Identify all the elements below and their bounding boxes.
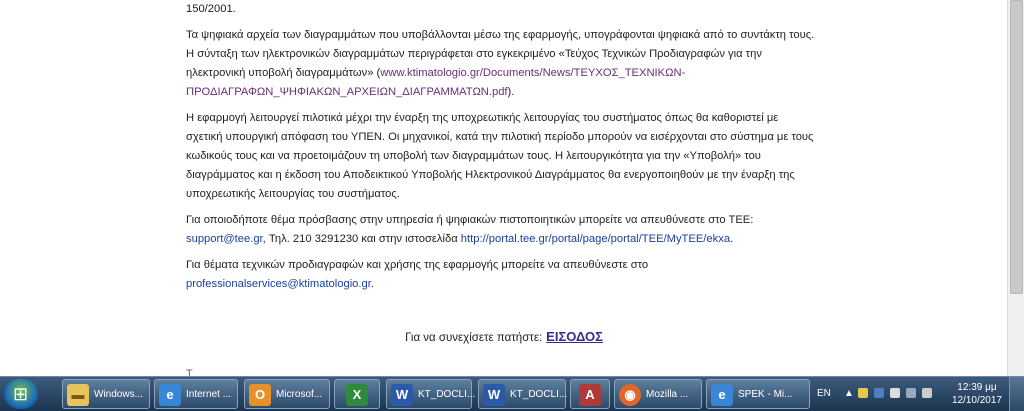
text-line: ΠΡΟΔΙΑΓΡΑΦΩΝ_ΨΗΦΙΑΚΩΝ_ΑΡΧΕΙΩΝ_ΔΙΑΓΡΑΜΜΑΤ… bbox=[186, 86, 515, 98]
scrollbar-thumb[interactable] bbox=[1010, 0, 1023, 294]
paragraph-digital-files: Τα ψηφιακά αρχεία των διαγραμμάτων που υ… bbox=[186, 26, 826, 102]
text-line: Για θέματα τεχνικών προδιαγραφών και χρή… bbox=[186, 259, 649, 271]
text-line: κωδικούς τους και να προετοιμάζουν τη υπ… bbox=[186, 150, 761, 162]
text-line: Τα ψηφιακά αρχεία των διαγραμμάτων που υ… bbox=[186, 29, 815, 41]
specs-document-link[interactable]: www.ktimatologio.gr/Documents/News/ΤΕΥΧΟ… bbox=[380, 67, 685, 79]
internet-explorer-icon: e bbox=[159, 384, 181, 406]
start-button[interactable]: ⊞ bbox=[4, 379, 38, 409]
show-desktop-button[interactable] bbox=[1009, 377, 1024, 411]
clock-time: 12:39 μμ bbox=[957, 382, 997, 393]
text-line: υποχρεωτικής λειτουργίας του συστήματος. bbox=[186, 188, 400, 200]
firefox-icon: ◉ bbox=[619, 384, 641, 406]
system-tray: EN ▲ 12:39 μμ 12/10/2017 bbox=[814, 377, 1024, 411]
paragraph-pilot-operation: Η εφαρμογή λειτουργεί πιλοτικά μέχρι την… bbox=[186, 109, 826, 204]
login-link[interactable]: ΕΙΣΟΔΟΣ bbox=[546, 329, 603, 344]
paragraph-technical-support: Για θέματα τεχνικών προδιαγραφών και χρή… bbox=[186, 256, 826, 294]
text-line: Για οποιοδήποτε θέμα πρόσβασης στην υπηρ… bbox=[186, 214, 754, 226]
tray-app-icon[interactable] bbox=[858, 388, 868, 398]
access-icon: A bbox=[579, 384, 601, 406]
taskbar-item-windows-explorer[interactable]: ▬ Windows... bbox=[62, 379, 150, 409]
word-icon: W bbox=[483, 384, 505, 406]
taskbar-item-word-2[interactable]: W KT_DOCLI... bbox=[478, 379, 567, 409]
text-line: professionalservices@ktimatologio.gr. bbox=[186, 278, 374, 290]
main-content: 150/2001. Τα ψηφιακά αρχεία των διαγραμμ… bbox=[186, 0, 826, 301]
network-icon[interactable] bbox=[906, 388, 916, 398]
support-email-link[interactable]: support@tee.gr bbox=[186, 233, 263, 245]
tee-portal-link[interactable]: http://portal.tee.gr/portal/page/portal/… bbox=[461, 233, 730, 245]
taskbar-item-excel[interactable]: X bbox=[334, 379, 380, 409]
folder-icon: ▬ bbox=[67, 384, 89, 406]
taskbar-item-word-1[interactable]: W KT_DOCLI... bbox=[386, 379, 475, 409]
internet-explorer-icon: e bbox=[711, 384, 733, 406]
paragraph-legal-tail: 150/2001. bbox=[186, 3, 236, 15]
show-hidden-icons-icon[interactable]: ▲ bbox=[844, 388, 854, 399]
tray-app-icon[interactable] bbox=[874, 388, 884, 398]
text-line: ηλεκτρονική υποβολή διαγραμμάτων» (www.k… bbox=[186, 67, 686, 79]
clock-date: 12/10/2017 bbox=[951, 395, 1002, 406]
flag-icon[interactable] bbox=[890, 388, 900, 398]
taskbar-item-internet-explorer[interactable]: e Internet ... bbox=[154, 379, 238, 409]
text-line: σχετική υπουργική απόφαση του ΥΠΕΝ. Οι μ… bbox=[186, 131, 814, 143]
text-line: Η σύνταξη των ηλεκτρονικών διαγραμμάτων … bbox=[186, 48, 762, 60]
text-line: διαγράμματος και η έκδοση του Αποδεικτικ… bbox=[186, 169, 795, 181]
taskbar-item-outlook[interactable]: O Microsof... bbox=[244, 379, 330, 409]
language-indicator[interactable]: EN bbox=[817, 388, 831, 399]
taskbar: ⊞ ▬ Windows... e Internet ... O Microsof… bbox=[0, 376, 1024, 411]
paragraph-tee-support: Για οποιοδήποτε θέμα πρόσβασης στην υπηρ… bbox=[186, 211, 826, 249]
text-line: Η εφαρμογή λειτουργεί πιλοτικά μέχρι την… bbox=[186, 112, 779, 124]
specs-document-link-cont[interactable]: ΠΡΟΔΙΑΓΡΑΦΩΝ_ΨΗΦΙΑΚΩΝ_ΑΡΧΕΙΩΝ_ΔΙΑΓΡΑΜΜΑΤ… bbox=[186, 86, 508, 98]
vertical-scrollbar[interactable] bbox=[1007, 0, 1024, 376]
continue-row: Για να συνεχίσετε πατήστε: ΕΙΣΟΔΟΣ bbox=[0, 329, 1008, 344]
taskbar-item-spek[interactable]: e SPEK - Mi... bbox=[706, 379, 810, 409]
excel-icon: X bbox=[346, 384, 368, 406]
outlook-icon: O bbox=[249, 384, 271, 406]
clock[interactable]: 12:39 μμ 12/10/2017 bbox=[952, 381, 1002, 407]
word-icon: W bbox=[391, 384, 413, 406]
volume-icon[interactable] bbox=[922, 388, 932, 398]
continue-text: Για να συνεχίσετε πατήστε: bbox=[405, 332, 543, 344]
windows-logo-icon: ⊞ bbox=[13, 384, 29, 404]
text-line: support@tee.gr, Τηλ. 210 3291230 και στη… bbox=[186, 233, 734, 245]
taskbar-item-firefox[interactable]: ◉ Mozilla ... bbox=[614, 379, 702, 409]
taskbar-item-access[interactable]: A bbox=[570, 379, 610, 409]
professional-services-email-link[interactable]: professionalservices@ktimatologio.gr bbox=[186, 278, 371, 290]
